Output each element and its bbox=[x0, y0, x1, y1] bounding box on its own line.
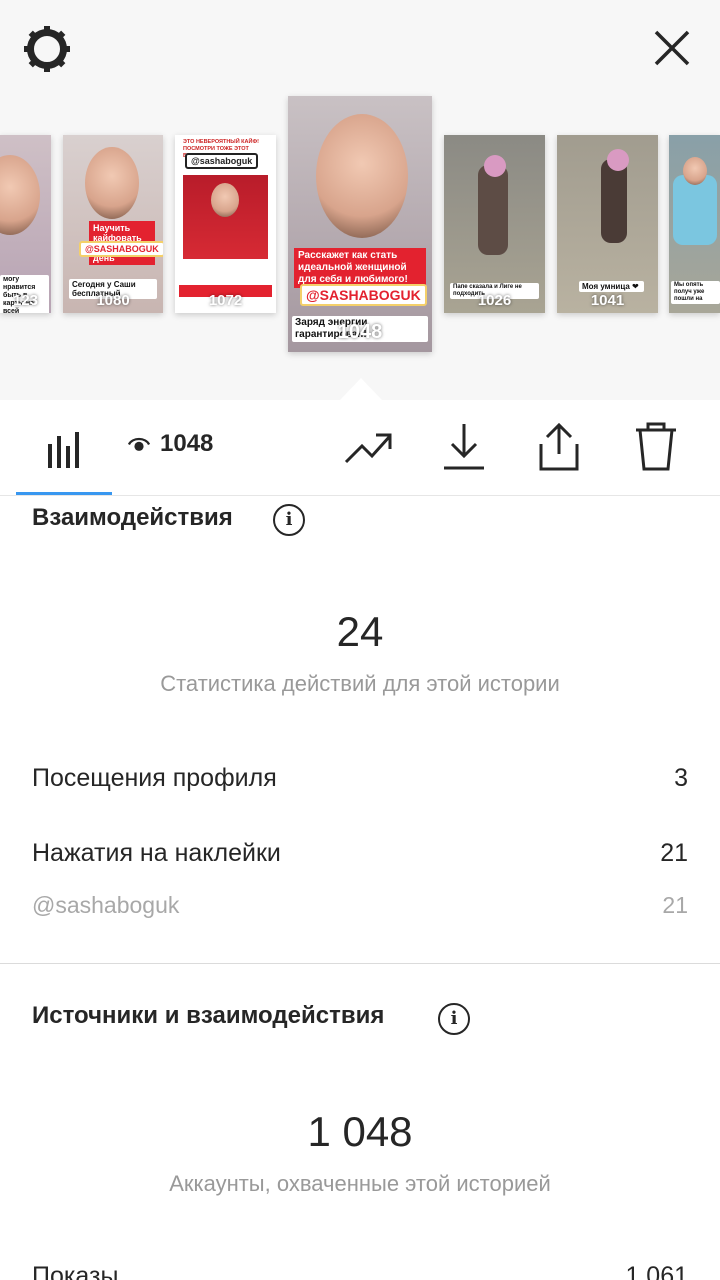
story-face bbox=[484, 155, 506, 177]
story-mention-tag: @SASHABOGUK bbox=[300, 284, 427, 306]
sources-subtitle: Аккаунты, охваченные этой историей bbox=[169, 1171, 551, 1196]
eye-icon bbox=[128, 437, 150, 451]
story-thumbnail[interactable]: Моя умница ❤ 1041 bbox=[557, 135, 658, 313]
share-icon[interactable] bbox=[537, 422, 581, 472]
story-thumbnail[interactable]: Мы опять получ уже пошли на bbox=[669, 135, 720, 313]
story-views: 123 bbox=[12, 292, 39, 309]
stories-strip-area: могу нравится быть в карты на всей жизни… bbox=[0, 0, 720, 400]
story-thumbnail[interactable]: Научить кайфовать каждый день @SASHABOGU… bbox=[63, 135, 163, 313]
views-count[interactable]: 1048 bbox=[128, 430, 213, 458]
child-figure bbox=[478, 165, 508, 255]
stat-row-sticker-taps: Нажатия на наклейки 21 bbox=[32, 839, 688, 868]
stat-value: 1 061 bbox=[625, 1262, 688, 1280]
story-face bbox=[85, 147, 139, 219]
story-views: 1048 bbox=[337, 321, 383, 343]
download-icon[interactable] bbox=[442, 422, 486, 472]
stat-value: 21 bbox=[660, 839, 688, 867]
stat-label: Показы bbox=[32, 1262, 119, 1280]
story-thumbnail[interactable]: Папе сказала и Лиге не подходить 1026 bbox=[444, 135, 545, 313]
story-caption: Моя умница ❤ bbox=[579, 281, 644, 292]
interactions-subtitle: Статистика действий для этой истории bbox=[160, 671, 560, 696]
story-mention-tag: @sashaboguk bbox=[185, 153, 259, 169]
close-icon[interactable] bbox=[648, 24, 696, 72]
views-count-value: 1048 bbox=[160, 430, 214, 457]
bar-chart-icon[interactable] bbox=[46, 430, 82, 470]
story-face bbox=[211, 183, 239, 217]
child-figure bbox=[601, 159, 627, 243]
story-face bbox=[607, 149, 629, 171]
story-face bbox=[683, 157, 707, 185]
story-face bbox=[0, 155, 40, 235]
info-icon[interactable]: i bbox=[273, 504, 305, 536]
story-face bbox=[316, 114, 408, 238]
stat-value: 3 bbox=[674, 764, 688, 792]
sources-total: 1 048 bbox=[307, 1108, 413, 1155]
story-thumbnail[interactable]: ЭТО НЕВЕРОЯТНЫЙ КАЙФ! ПОСМОТРИ ТОЖЕ ЭТОТ… bbox=[175, 135, 276, 313]
story-photo bbox=[183, 175, 268, 259]
sources-title: Источники и взаимодействия bbox=[32, 1002, 385, 1029]
man-figure bbox=[673, 175, 717, 245]
trending-icon[interactable] bbox=[344, 430, 394, 466]
section-divider bbox=[0, 963, 720, 964]
story-views: 1026 bbox=[477, 292, 512, 309]
active-tab-indicator bbox=[16, 492, 112, 495]
interactions-total: 24 bbox=[336, 608, 384, 655]
story-thumbnail-selected[interactable]: Расскажет как стать идеальной женщиной д… bbox=[288, 96, 432, 352]
stat-value: 21 bbox=[662, 892, 688, 918]
stat-label: @sashaboguk bbox=[32, 892, 180, 918]
stat-label: Нажатия на наклейки bbox=[32, 839, 281, 867]
story-thumbnail[interactable]: могу нравится быть в карты на всей жизни… bbox=[0, 135, 51, 313]
stat-row-profile-visits: Посещения профиля 3 bbox=[32, 764, 688, 793]
trash-icon[interactable] bbox=[634, 422, 678, 472]
selection-pointer bbox=[340, 378, 382, 400]
stat-row-impressions: Показы 1 061 bbox=[32, 1262, 688, 1280]
story-red-caption: Расскажет как стать идеальной женщиной д… bbox=[294, 248, 426, 288]
story-views: 1080 bbox=[96, 292, 130, 309]
stat-label: Посещения профиля bbox=[32, 764, 277, 792]
story-mention-tag: @SASHABOGUK bbox=[79, 241, 163, 257]
story-views: 1072 bbox=[208, 292, 243, 309]
story-views: 1041 bbox=[590, 292, 625, 309]
stat-row-mention: @sashaboguk 21 bbox=[32, 892, 688, 919]
info-icon[interactable]: i bbox=[438, 1003, 470, 1035]
story-toolbar: 1048 bbox=[0, 400, 720, 496]
story-caption: Мы опять получ уже пошли на bbox=[671, 281, 720, 304]
gear-icon[interactable] bbox=[22, 24, 72, 74]
interactions-title: Взаимодействия bbox=[32, 504, 233, 531]
